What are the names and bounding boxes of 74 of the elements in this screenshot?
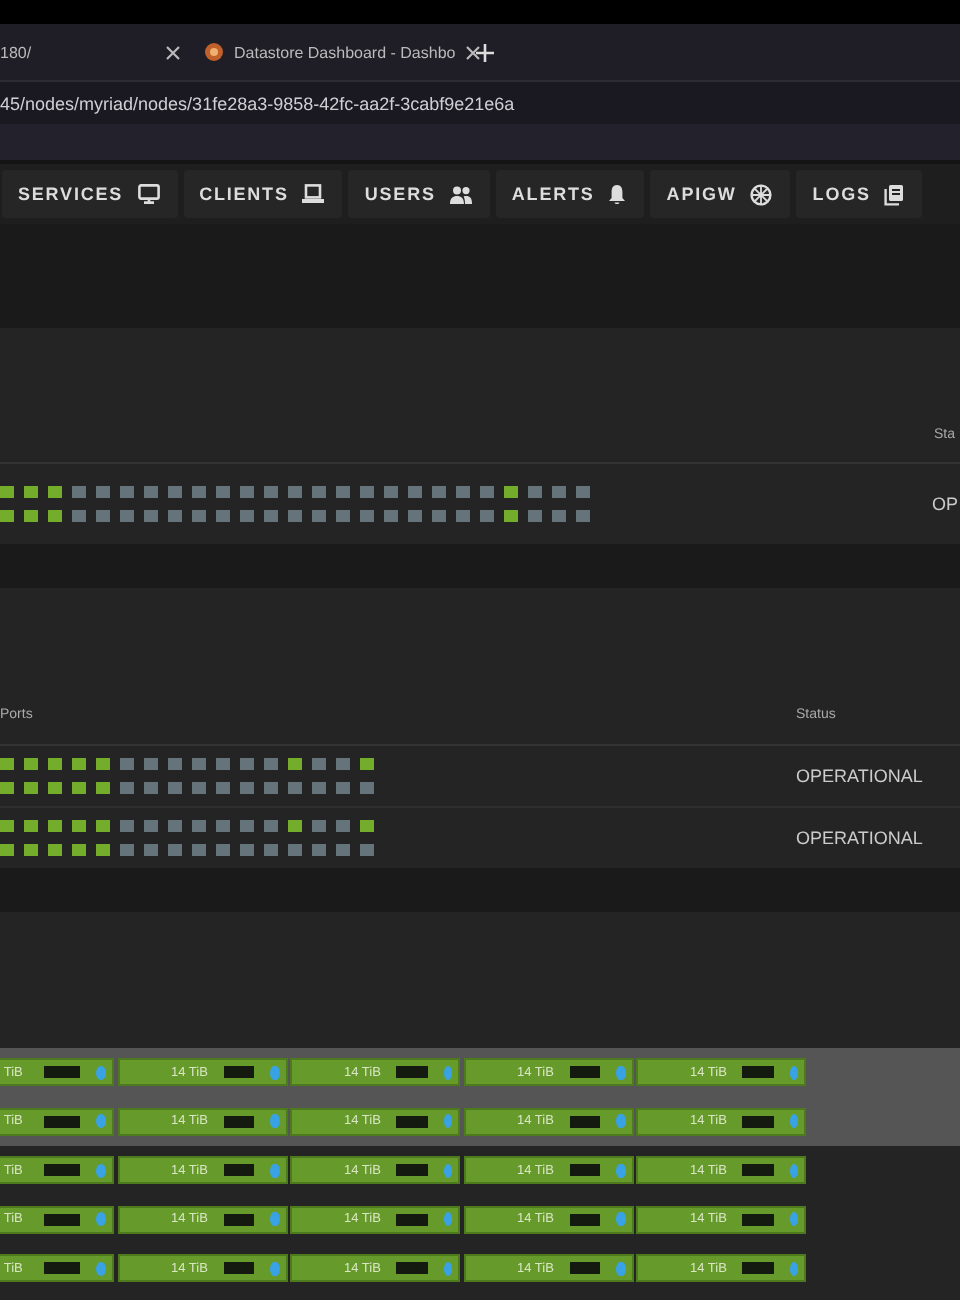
logs-icon — [884, 183, 905, 205]
disk-status-dot — [616, 1261, 625, 1276]
close-icon[interactable] — [166, 45, 180, 59]
tab-title: 180/ — [0, 43, 34, 61]
tab-title: Datastore Dashboard - Dashbo — [234, 43, 456, 61]
users-icon — [449, 185, 472, 203]
disk-status-dot — [96, 1212, 107, 1227]
disk-bar — [396, 1066, 428, 1079]
disk-status-dot — [616, 1114, 625, 1129]
disk-status-dot — [96, 1114, 107, 1129]
nav-button[interactable]: ALERTS — [495, 170, 645, 218]
disk-status-dot — [443, 1114, 452, 1129]
disk-bar — [742, 1066, 774, 1079]
disk-bar — [396, 1262, 428, 1275]
browser-tab[interactable]: 180/ — [0, 24, 192, 80]
bell-icon — [608, 183, 627, 205]
disk-status-dot — [443, 1212, 452, 1227]
nav-button[interactable]: LOGS — [796, 170, 923, 218]
favicon-icon — [204, 42, 224, 62]
disk-status-dot — [270, 1163, 279, 1178]
disk-status-dot — [270, 1261, 279, 1276]
disk-status-dot — [789, 1261, 798, 1276]
disk-bar — [569, 1164, 601, 1177]
disk-bar — [569, 1262, 601, 1275]
disk-status-dot — [616, 1212, 625, 1227]
status-text: OPERATIONAL — [796, 766, 923, 786]
globe-icon — [750, 183, 773, 205]
monitor-icon — [137, 184, 160, 204]
disk-bar — [223, 1213, 255, 1226]
disk-status-dot — [789, 1212, 798, 1227]
disk-status-dot — [789, 1163, 798, 1178]
address-bar[interactable]: 45/nodes/myriad/nodes/31fe28a3-9858-42fc-aa2f-3cabf9e21e6a — [0, 80, 960, 124]
disk-bar — [742, 1262, 774, 1275]
disk-status-dot — [616, 1065, 625, 1080]
disk-status-dot — [96, 1261, 107, 1276]
disk-status-dot — [96, 1163, 107, 1178]
disk-bar — [44, 1164, 81, 1177]
laptop-icon — [302, 184, 325, 204]
disk-status-dot — [443, 1065, 452, 1080]
disk-bar — [569, 1115, 601, 1128]
disk-status-dot — [789, 1065, 798, 1080]
disk-status-dot — [270, 1212, 279, 1227]
disk-bar — [742, 1164, 774, 1177]
disk-status-dot — [270, 1114, 279, 1129]
disk-bar — [569, 1213, 601, 1226]
url-text: 45/nodes/myriad/nodes/31fe28a3-9858-42fc-aa2f-3cabf9e21e6a — [0, 93, 515, 113]
disk-bar — [569, 1066, 601, 1079]
disk-bar — [223, 1066, 255, 1079]
disk-status-dot — [789, 1114, 798, 1129]
status-text: OP — [932, 494, 959, 514]
disk-bar — [44, 1115, 81, 1128]
disk-bar — [44, 1213, 81, 1226]
disk-bar — [396, 1213, 428, 1226]
disk-bar — [396, 1164, 428, 1177]
disk-bar — [44, 1262, 81, 1275]
nav-button[interactable]: CLIENTS — [183, 170, 343, 218]
disk-status-dot — [443, 1163, 452, 1178]
disk-bar — [223, 1262, 255, 1275]
nav-button[interactable]: USERS — [348, 170, 490, 218]
disk-status-dot — [96, 1065, 107, 1080]
disk-bar — [742, 1213, 774, 1226]
status-text: OPERATIONAL — [796, 828, 923, 848]
nav-button[interactable]: SERVICES — [2, 170, 178, 218]
new-tab-icon[interactable] — [476, 43, 494, 61]
disk-status-dot — [616, 1163, 625, 1178]
disk-bar — [223, 1115, 255, 1128]
disk-status-dot — [443, 1261, 452, 1276]
nav-button[interactable]: APIGW — [650, 170, 791, 218]
disk-bar — [396, 1115, 428, 1128]
disk-bar — [742, 1115, 774, 1128]
disk-bar — [223, 1164, 255, 1177]
disk-status-dot — [270, 1065, 279, 1080]
disk-bar — [44, 1066, 81, 1079]
close-icon[interactable] — [465, 45, 480, 59]
